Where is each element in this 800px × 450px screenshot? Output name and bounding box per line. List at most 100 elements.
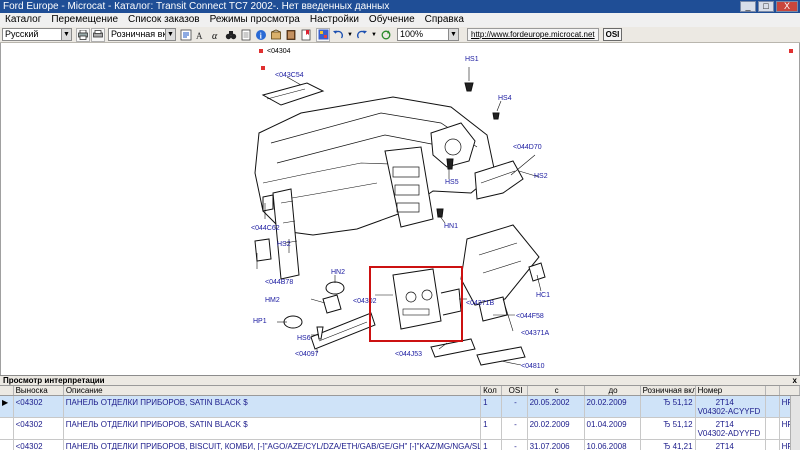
cell-qty: 1 xyxy=(481,440,503,450)
callout-044j53[interactable]: <044J53 xyxy=(395,351,422,359)
palette-icon[interactable] xyxy=(316,27,330,42)
parts-diagram[interactable]: <04304 <043C54 HS1 HS4 <044D70 HS2 HS5 H… xyxy=(0,43,800,375)
undo-icon[interactable] xyxy=(331,28,345,42)
callout-04371a[interactable]: <04371A xyxy=(521,330,549,338)
info-icon[interactable]: i xyxy=(254,28,268,42)
callout-hc1[interactable]: HC1 xyxy=(536,292,550,300)
callout-04371b[interactable]: <04371B xyxy=(466,300,494,308)
binoculars-icon[interactable] xyxy=(224,28,238,42)
menu-settings[interactable]: Настройки xyxy=(305,13,364,27)
callout-hs2-left[interactable]: HS2 xyxy=(277,241,291,249)
zoom-select[interactable]: 100% ▼ xyxy=(397,28,459,41)
menu-view-modes[interactable]: Режимы просмотра xyxy=(205,13,305,27)
print-icon[interactable] xyxy=(76,27,90,42)
callout-044c62[interactable]: <044C62 xyxy=(251,225,280,233)
box-icon[interactable] xyxy=(269,28,283,42)
selected-part-highlight xyxy=(369,266,463,342)
close-icon[interactable]: x xyxy=(793,376,797,385)
header-osi[interactable]: OSI xyxy=(502,386,528,395)
cell-description: ПАНЕЛЬ ОТДЕЛКИ ПРИБОРОВ, SATIN BLACK $ xyxy=(64,396,482,417)
zoom-value: 100% xyxy=(400,29,424,39)
marker-square xyxy=(259,49,263,53)
printer-setup-icon[interactable] xyxy=(91,27,105,42)
language-value: Русский xyxy=(5,29,39,39)
chevron-down-icon: ▼ xyxy=(61,29,71,40)
close-button[interactable]: X xyxy=(776,1,798,12)
part-number-prefix: 2T14 xyxy=(715,398,734,407)
parts-table: Выноска Описание Кол OSI с до Розничная … xyxy=(0,385,800,450)
cell-osi: - xyxy=(502,440,528,450)
menu-training[interactable]: Обучение xyxy=(364,13,420,27)
language-select[interactable]: Русский ▼ xyxy=(2,28,72,41)
cell-to: 10.06.2008 xyxy=(585,440,641,450)
window-title: Ford Europe - Microcat - Каталог: Transi… xyxy=(3,1,390,12)
callout-hn2[interactable]: HN2 xyxy=(331,269,345,277)
row-pointer xyxy=(0,440,14,450)
callout-043c54[interactable]: <043C54 xyxy=(275,72,304,80)
marker-square xyxy=(789,49,793,53)
minimize-button[interactable]: _ xyxy=(740,1,756,12)
callout-hp1[interactable]: HP1 xyxy=(253,318,267,326)
callout-04810[interactable]: <04810 xyxy=(521,363,545,371)
document-icon[interactable] xyxy=(239,28,253,42)
header-description[interactable]: Описание xyxy=(64,386,482,395)
menu-navigation[interactable]: Перемещение xyxy=(46,13,123,27)
callout-hs6[interactable]: HS6 xyxy=(297,335,311,343)
callout-044b78[interactable]: <044B78 xyxy=(265,279,293,287)
alpha-icon[interactable]: α xyxy=(209,28,223,42)
menu-catalog[interactable]: Каталог xyxy=(0,13,46,27)
cart-icon[interactable] xyxy=(179,28,193,42)
callout-044f58[interactable]: <044F58 xyxy=(516,313,544,321)
chevron-down-icon[interactable]: ▼ xyxy=(346,28,354,42)
callout-hs1[interactable]: HS1 xyxy=(465,56,479,64)
cell-description: ПАНЕЛЬ ОТДЕЛКИ ПРИБОРОВ, BISCUIT, КОМБИ,… xyxy=(64,440,482,450)
callout-hs4[interactable]: HS4 xyxy=(498,95,512,103)
callout-hs2-right[interactable]: HS2 xyxy=(534,173,548,181)
website-link[interactable]: http://www.fordeurope.microcat.net xyxy=(467,28,599,41)
osi-button[interactable]: OSI xyxy=(602,28,623,41)
header-col-b[interactable] xyxy=(780,386,800,395)
header-col-a[interactable] xyxy=(766,386,780,395)
callout-04097[interactable]: <04097 xyxy=(295,351,319,359)
redo-icon[interactable] xyxy=(355,28,369,42)
header-price[interactable]: Розничная вкл xyxy=(641,386,696,395)
cell-qty: 1 xyxy=(481,396,503,417)
table-row[interactable]: <04302 ПАНЕЛЬ ОТДЕЛКИ ПРИБОРОВ, BISCUIT,… xyxy=(0,440,800,450)
table-row[interactable]: ▶ <04302 ПАНЕЛЬ ОТДЕЛКИ ПРИБОРОВ, SATIN … xyxy=(0,396,800,418)
part-number-full: V04302-ACYYFD xyxy=(697,407,761,416)
part-number-prefix: 2T14 xyxy=(715,442,734,450)
header-to[interactable]: до xyxy=(585,386,641,395)
book-icon[interactable] xyxy=(284,28,298,42)
menu-order-list[interactable]: Список заказов xyxy=(123,13,205,27)
table-row[interactable]: <04302 ПАНЕЛЬ ОТДЕЛКИ ПРИБОРОВ, SATIN BL… xyxy=(0,418,800,440)
cell-description: ПАНЕЛЬ ОТДЕЛКИ ПРИБОРОВ, SATIN BLACK $ xyxy=(64,418,482,439)
cell-to: 01.04.2009 xyxy=(585,418,641,439)
price-mode-select[interactable]: Розничная вкл. ▼ xyxy=(108,28,176,41)
callout-hn1[interactable]: HN1 xyxy=(444,223,458,231)
cell-col-a xyxy=(766,396,780,417)
refresh-icon[interactable] xyxy=(379,28,393,42)
part-number-full: V04302-ADYYFD xyxy=(697,429,761,438)
callout-hs5[interactable]: HS5 xyxy=(445,179,459,187)
header-qty[interactable]: Кол xyxy=(481,386,503,395)
svg-text:A: A xyxy=(196,31,203,41)
cell-callout: <04302 xyxy=(14,440,64,450)
maximize-button[interactable]: □ xyxy=(758,1,774,12)
header-from[interactable]: с xyxy=(528,386,585,395)
bookmark-icon[interactable] xyxy=(299,28,313,42)
marker-square xyxy=(261,66,265,70)
vertical-scrollbar[interactable] xyxy=(790,396,800,450)
callout-04304[interactable]: <04304 xyxy=(267,48,291,56)
cell-callout: <04302 xyxy=(14,396,64,417)
search-text-icon[interactable]: A xyxy=(194,28,208,42)
header-callout[interactable]: Выноска xyxy=(14,386,64,395)
header-number[interactable]: Номер xyxy=(696,386,767,395)
window-controls: _ □ X xyxy=(740,0,798,13)
chevron-down-icon[interactable]: ▼ xyxy=(370,28,378,42)
svg-text:α: α xyxy=(212,31,218,41)
cell-col-a xyxy=(766,440,780,450)
callout-hm2[interactable]: HM2 xyxy=(265,297,280,305)
menu-help[interactable]: Справка xyxy=(420,13,469,27)
toolbar: Русский ▼ Розничная вкл. ▼ A α i ▼ ▼ 100… xyxy=(0,27,800,43)
callout-044d70[interactable]: <044D70 xyxy=(513,144,542,152)
